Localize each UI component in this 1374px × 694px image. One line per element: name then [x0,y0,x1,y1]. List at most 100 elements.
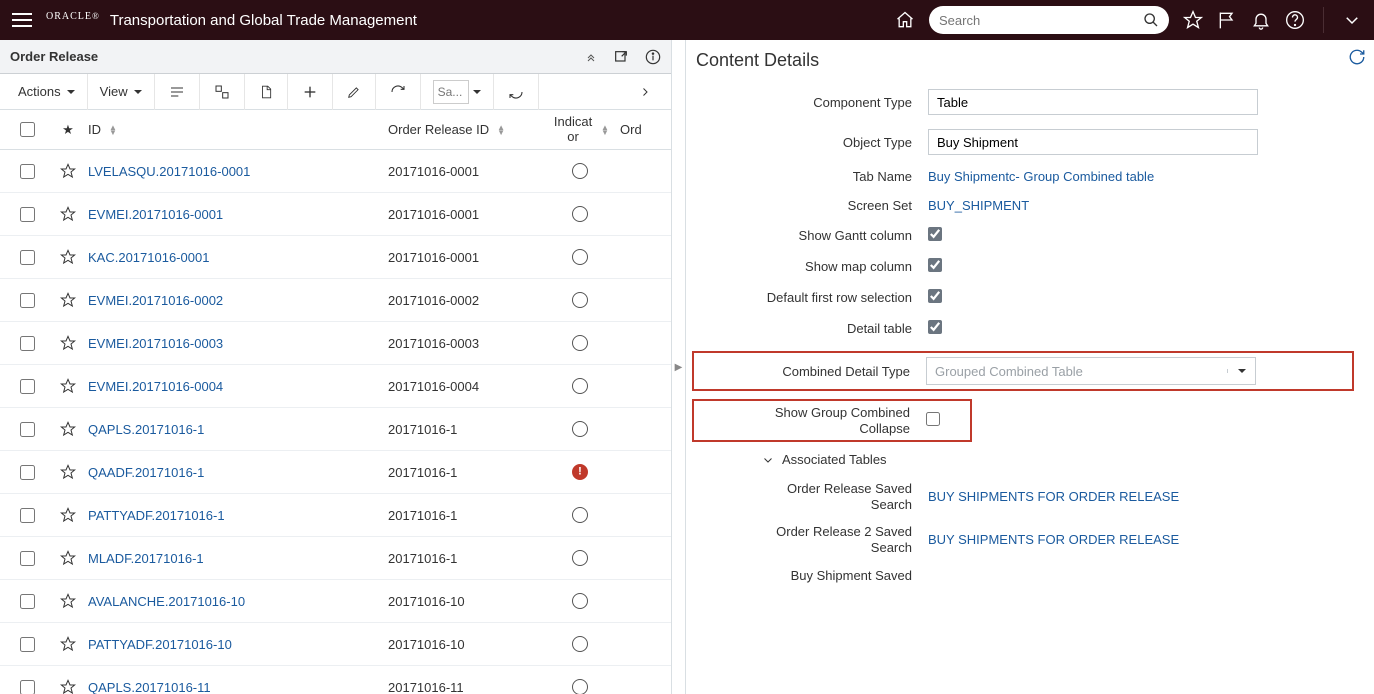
id-link[interactable]: EVMEI.20171016-0002 [88,293,388,308]
table-row[interactable]: QAADF.20171016-120171016-1 [0,451,671,494]
favorites-icon[interactable] [1183,10,1203,30]
global-search[interactable] [929,6,1169,34]
user-menu-chevron[interactable] [1342,10,1362,30]
document-icon[interactable] [245,74,288,110]
info-icon[interactable] [645,49,661,65]
saved-search-select[interactable] [421,74,494,110]
show-map-checkbox[interactable] [928,258,942,272]
indicator-column-header[interactable]: Indicator▲▼ [540,115,620,144]
row-checkbox[interactable] [20,336,35,351]
show-gantt-checkbox[interactable] [928,227,942,241]
row-checkbox[interactable] [20,379,35,394]
home-icon[interactable] [895,10,915,30]
table-row[interactable]: QAPLS.20171016-1120171016-11 [0,666,671,694]
id-link[interactable]: EVMEI.20171016-0004 [88,379,388,394]
combined-detail-type-select[interactable]: Grouped Combined Table [926,357,1256,385]
chevron-down-icon[interactable] [1227,369,1255,373]
row-checkbox[interactable] [20,551,35,566]
collapse-up-icon[interactable] [585,51,597,63]
row-checkbox[interactable] [20,637,35,652]
search-input[interactable] [939,13,1143,28]
associated-tables-header[interactable]: Associated Tables [762,452,1354,467]
row-checkbox[interactable] [20,164,35,179]
row-checkbox[interactable] [20,207,35,222]
detail-table-checkbox[interactable] [928,320,942,334]
star-icon[interactable] [48,421,88,437]
table-row[interactable]: AVALANCHE.20171016-1020171016-10 [0,580,671,623]
star-icon[interactable] [48,378,88,394]
table-row[interactable]: QAPLS.20171016-120171016-1 [0,408,671,451]
detach-icon[interactable] [200,74,245,110]
screen-set-link[interactable]: BUY_SHIPMENT [928,198,1029,213]
show-group-collapse-checkbox[interactable] [926,412,940,426]
star-icon[interactable] [48,163,88,179]
star-icon[interactable] [48,464,88,480]
select-all-checkbox[interactable] [20,122,35,137]
tab-name-link[interactable]: Buy Shipmentc- Group Combined table [928,169,1154,184]
table-row[interactable]: LVELASQU.20171016-000120171016-0001 [0,150,671,193]
star-icon[interactable] [48,550,88,566]
format-icon[interactable] [155,74,200,110]
id-link[interactable]: PATTYADF.20171016-1 [88,508,388,523]
object-type-input[interactable] [928,129,1258,155]
row-checkbox[interactable] [20,250,35,265]
table-row[interactable]: EVMEI.20171016-000320171016-0003 [0,322,671,365]
star-icon[interactable] [48,292,88,308]
splitter-handle[interactable]: ▶ [672,40,686,694]
table-row[interactable]: PATTYADF.20171016-1020171016-10 [0,623,671,666]
table-row[interactable]: KAC.20171016-000120171016-0001 [0,236,671,279]
id-link[interactable]: EVMEI.20171016-0001 [88,207,388,222]
star-icon[interactable] [48,206,88,222]
id-link[interactable]: LVELASQU.20171016-0001 [88,164,388,179]
plus-icon[interactable] [288,74,333,110]
row-checkbox[interactable] [20,293,35,308]
favorite-column-header[interactable]: ★ [48,122,88,138]
refresh2-icon[interactable] [494,74,539,110]
id-column-header[interactable]: ID▲▼ [88,122,388,137]
scroll-right-icon[interactable] [625,74,665,110]
associated-link[interactable]: BUY SHIPMENTS FOR ORDER RELEASE [928,532,1179,547]
id-link[interactable]: EVMEI.20171016-0003 [88,336,388,351]
table-row[interactable]: MLADF.20171016-120171016-1 [0,537,671,580]
refresh-icon[interactable] [376,74,421,110]
bell-icon[interactable] [1251,10,1271,30]
id-link[interactable]: AVALANCHE.20171016-10 [88,594,388,609]
reset-icon[interactable] [1348,48,1366,69]
star-icon[interactable] [48,249,88,265]
table-row[interactable]: EVMEI.20171016-000220171016-0002 [0,279,671,322]
star-icon[interactable] [48,507,88,523]
star-icon[interactable] [48,679,88,694]
component-type-input[interactable] [928,89,1258,115]
ord-column-header[interactable]: Ord [620,122,660,137]
associated-link[interactable]: BUY SHIPMENTS FOR ORDER RELEASE [928,489,1179,504]
help-icon[interactable] [1285,10,1305,30]
star-icon[interactable] [48,335,88,351]
star-icon[interactable] [48,593,88,609]
default-first-checkbox[interactable] [928,289,942,303]
star-icon[interactable] [48,636,88,652]
row-checkbox[interactable] [20,422,35,437]
menu-icon[interactable] [12,13,32,27]
id-link[interactable]: QAPLS.20171016-1 [88,422,388,437]
table-row[interactable]: EVMEI.20171016-000420171016-0004 [0,365,671,408]
row-checkbox[interactable] [20,465,35,480]
flag-icon[interactable] [1217,10,1237,30]
id-link[interactable]: QAADF.20171016-1 [88,465,388,480]
combined-detail-type-highlight: Combined Detail Type Grouped Combined Ta… [692,351,1354,391]
actions-menu[interactable]: Actions [6,74,88,110]
row-checkbox[interactable] [20,508,35,523]
popout-icon[interactable] [613,49,629,65]
id-link[interactable]: PATTYADF.20171016-10 [88,637,388,652]
view-menu[interactable]: View [88,74,155,110]
search-icon[interactable] [1143,12,1159,28]
row-checkbox[interactable] [20,594,35,609]
id-link[interactable]: QAPLS.20171016-11 [88,680,388,694]
id-link[interactable]: MLADF.20171016-1 [88,551,388,566]
edit-icon[interactable] [333,74,376,110]
id-link[interactable]: KAC.20171016-0001 [88,250,388,265]
row-checkbox[interactable] [20,680,35,694]
table-row[interactable]: PATTYADF.20171016-120171016-1 [0,494,671,537]
saved-search-input[interactable] [433,80,469,104]
table-row[interactable]: EVMEI.20171016-000120171016-0001 [0,193,671,236]
order-release-id-column-header[interactable]: Order Release ID▲▼ [388,122,540,137]
